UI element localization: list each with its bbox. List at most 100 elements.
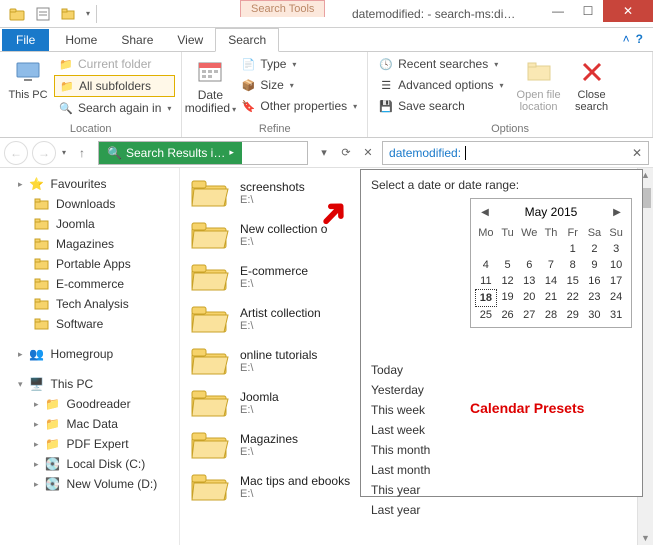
tab-file[interactable]: File [2,29,49,51]
date-preset-this-year[interactable]: This year [371,482,430,498]
next-month-button[interactable]: ▶ [611,207,623,218]
up-button[interactable]: ↑ [70,141,94,165]
qat-dropdown-icon[interactable]: ▾ [86,9,90,18]
properties-icon[interactable] [32,3,54,25]
history-dropdown-icon[interactable]: ▾ [62,148,66,157]
minimize-button[interactable]: — [543,0,573,22]
date-modified-button[interactable]: Date modified▾ [188,54,232,116]
size-button[interactable]: 📦Size▾ [236,75,361,95]
sidebar-item-magazines[interactable]: Magazines [0,234,179,254]
calendar-day[interactable]: 4 [475,257,497,273]
calendar-day[interactable]: 13 [518,273,540,289]
breadcrumb[interactable]: 🔍 Search Results i… ▸ [99,142,242,164]
sidebar-favourites[interactable]: ▸⭐Favourites [0,174,179,194]
date-preset-yesterday[interactable]: Yesterday [371,382,430,398]
explorer-icon [6,3,28,25]
calendar-day[interactable]: 10 [605,257,627,273]
calendar-day[interactable]: 24 [605,289,627,307]
calendar-weekday: Mo [475,225,497,241]
advanced-options-button[interactable]: ☰Advanced options▾ [374,75,507,95]
recent-searches-button[interactable]: 🕓Recent searches▾ [374,54,507,74]
calendar-day[interactable]: 28 [540,307,562,323]
calendar-day[interactable]: 3 [605,241,627,257]
tab-view[interactable]: View [165,29,215,51]
type-button[interactable]: 📄Type▾ [236,54,361,74]
sidebar-item-tech-analysis[interactable]: Tech Analysis [0,294,179,314]
calendar-day[interactable]: 2 [584,241,606,257]
calendar-day[interactable]: 7 [540,257,562,273]
calendar-day[interactable]: 5 [497,257,519,273]
close-search-button[interactable]: Close search [570,54,614,113]
clear-search-icon[interactable]: ✕ [632,146,642,160]
date-preset-last-week[interactable]: Last week [371,422,430,438]
sidebar-item-goodreader[interactable]: ▸📁Goodreader [0,394,179,414]
sidebar-item-e-commerce[interactable]: E-commerce [0,274,179,294]
calendar-day[interactable]: 29 [562,307,584,323]
calendar-day[interactable]: 21 [540,289,562,307]
date-preset-this-month[interactable]: This month [371,442,430,458]
calendar-day[interactable]: 22 [562,289,584,307]
calendar-day[interactable]: 9 [584,257,606,273]
sidebar-item-new-volume-d-[interactable]: ▸💽New Volume (D:) [0,474,179,494]
search-input[interactable]: datemodified: ✕ [382,141,649,165]
all-subfolders-button[interactable]: 📁All subfolders [54,75,175,97]
calendar-day[interactable]: 15 [562,273,584,289]
stop-icon[interactable]: ✕ [358,143,378,163]
current-folder-button[interactable]: 📁Current folder [54,54,175,74]
calendar-day[interactable]: 6 [518,257,540,273]
sidebar-this-pc[interactable]: ▾🖥️This PC [0,374,179,394]
search-glass-icon: 🔍 [107,146,122,160]
other-properties-button[interactable]: 🔖Other properties▾ [236,96,361,116]
date-preset-today[interactable]: Today [371,362,430,378]
date-preset-this-week[interactable]: This week [371,402,430,418]
tab-home[interactable]: Home [53,29,109,51]
drive-icon: 📁 [45,396,61,412]
drive-icon: 📁 [45,416,61,432]
sidebar-item-joomla[interactable]: Joomla [0,214,179,234]
address-dropdown-icon[interactable]: ▾ [314,143,334,163]
prev-month-button[interactable]: ◀ [479,207,491,218]
back-button[interactable]: ← [4,141,28,165]
address-bar[interactable]: 🔍 Search Results i… ▸ [98,141,308,165]
calendar-day[interactable]: 20 [518,289,540,307]
sidebar-item-software[interactable]: Software [0,314,179,334]
forward-button[interactable]: → [32,141,56,165]
calendar-day[interactable]: 1 [562,241,584,257]
calendar-day[interactable]: 8 [562,257,584,273]
sidebar-item-pdf-expert[interactable]: ▸📁PDF Expert [0,434,179,454]
sidebar-item-mac-data[interactable]: ▸📁Mac Data [0,414,179,434]
calendar-day[interactable]: 27 [518,307,540,323]
help-icon[interactable]: ? [636,32,643,46]
calendar-day[interactable]: 17 [605,273,627,289]
calendar-day[interactable]: 19 [497,289,519,307]
sidebar-homegroup[interactable]: ▸👥Homegroup [0,344,179,364]
maximize-button[interactable]: ☐ [573,0,603,22]
calendar-day[interactable]: 12 [497,273,519,289]
sidebar-item-portable-apps[interactable]: Portable Apps [0,254,179,274]
calendar-day[interactable]: 14 [540,273,562,289]
calendar-day[interactable]: 31 [605,307,627,323]
calendar-day[interactable]: 25 [475,307,497,323]
date-preset-last-year[interactable]: Last year [371,502,430,518]
sidebar-item-downloads[interactable]: Downloads [0,194,179,214]
folder-open-icon [523,56,555,88]
sidebar-item-local-disk-c-[interactable]: ▸💽Local Disk (C:) [0,454,179,474]
tab-search[interactable]: Search [215,28,279,52]
calendar-day[interactable]: 18 [475,289,497,307]
search-again-button[interactable]: 🔍Search again in▾ [54,98,175,118]
save-search-button[interactable]: 💾Save search [374,96,507,116]
file-path: E:\ [240,320,321,332]
new-folder-icon[interactable] [58,3,80,25]
calendar-day[interactable]: 26 [497,307,519,323]
calendar-day[interactable]: 16 [584,273,606,289]
calendar-day[interactable]: 11 [475,273,497,289]
close-window-button[interactable]: ✕ [603,0,653,22]
tab-share[interactable]: Share [109,29,165,51]
refresh-icon[interactable]: ⟳ [336,143,356,163]
calendar-day[interactable]: 23 [584,289,606,307]
calendar-day[interactable]: 30 [584,307,606,323]
minimize-ribbon-icon[interactable]: ˄ [623,32,630,46]
file-name: Magazines [240,432,298,446]
this-pc-button[interactable]: This PC [6,54,50,101]
date-preset-last-month[interactable]: Last month [371,462,430,478]
